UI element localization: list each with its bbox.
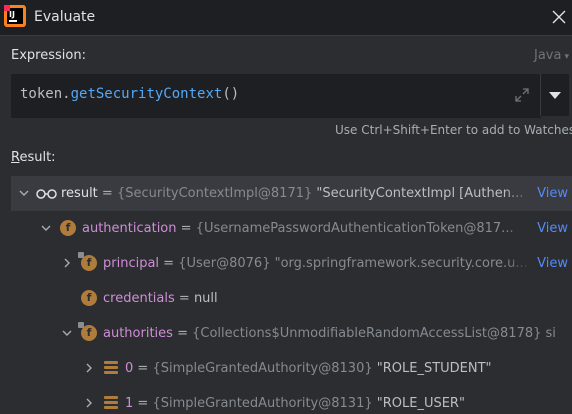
equals-sign: = [133,396,153,411]
row-fade [504,211,534,246]
chevron-right-icon[interactable] [82,386,96,414]
var-type: {User@8076} [178,256,271,271]
expression-code[interactable]: token.getSecurityContext() [20,86,239,102]
var-name: authorities [103,326,173,341]
var-value: null [193,291,218,306]
expression-label: Expression: [11,48,86,63]
view-link[interactable]: View [533,176,568,211]
result-tree[interactable]: result = {SecurityContextImpl@8171} "Sec… [0,176,572,414]
expand-icon[interactable] [514,87,530,103]
equals-sign: = [133,361,153,376]
field-icon: f [78,252,97,271]
view-link[interactable]: View [533,246,568,281]
result-label-text: esult: [19,150,56,165]
language-label: Java [534,48,562,63]
equals-sign: = [176,221,196,236]
equals-sign: = [97,186,117,201]
row-fade [504,176,534,211]
expression-dot: . [62,86,71,102]
close-icon[interactable] [550,8,568,26]
svg-text:IJ: IJ [9,10,15,19]
var-type: {UsernamePasswordAuthenticationToken@817… [195,221,514,236]
chevron-right-icon[interactable] [82,351,96,386]
var-value: "SecurityContextImpl [Authen... [312,186,524,201]
var-name: result [61,186,98,201]
var-value: "ROLE_USER" [372,396,465,411]
expression-parens: () [222,86,240,102]
tree-row-credentials[interactable]: f credentials = null [11,281,572,316]
tree-row-content: authentication = {UsernamePasswordAuthen… [82,211,514,246]
tree-row-principal[interactable]: f principal = {User@8076} "org.springfra… [11,246,572,281]
tree-row-content: principal = {User@8076} "org.springframe… [103,246,528,281]
tree-row-authority-1[interactable]: 1 = {SimpleGrantedAuthority@8131} "ROLE_… [11,386,572,414]
var-type: {SimpleGrantedAuthority@8130} [152,361,373,376]
chevron-down-icon[interactable] [60,316,74,351]
var-name: credentials [103,291,175,306]
tree-row-content: authorities = {Collections$UnmodifiableR… [103,316,556,351]
expression-receiver: token [20,86,63,102]
array-element-icon [104,361,118,375]
language-selector[interactable]: Java ▾ [534,48,569,63]
chevron-down-icon[interactable] [17,176,31,211]
var-type: {Collections$UnmodifiableRandomAccessLis… [192,326,542,341]
tree-row-authentication[interactable]: f authentication = {UsernamePasswordAuth… [11,211,572,246]
equals-sign: = [159,256,179,271]
history-dropdown-button[interactable] [540,74,569,116]
title-bar: IJ Evaluate [0,0,572,36]
chevron-down-icon: ▾ [564,52,569,62]
chevron-down-icon [549,92,561,99]
window-title: Evaluate [34,9,96,25]
tree-row-content: 0 = {SimpleGrantedAuthority@8130} "ROLE_… [125,351,492,386]
field-icon: f [60,220,76,236]
result-label: Result: [11,150,56,165]
var-value: "ROLE_STUDENT" [372,361,492,376]
tree-row-content: 1 = {SimpleGrantedAuthority@8131} "ROLE_… [125,386,465,414]
equals-sign: = [174,291,194,306]
array-element-icon [104,396,118,410]
tree-row-content: credentials = null [103,281,218,316]
var-name: principal [103,256,160,271]
var-value: si [541,326,556,341]
field-icon: f [78,322,97,341]
tree-row-result[interactable]: result = {SecurityContextImpl@8171} "Sec… [11,176,572,211]
var-name: authentication [82,221,177,236]
var-type: {SimpleGrantedAuthority@8131} [152,396,373,411]
watches-hint: Use Ctrl+Shift+Enter to add to Watches [335,123,572,137]
var-type: {SecurityContextImpl@8171} [116,186,313,201]
tree-row-authorities[interactable]: f authorities = {Collections$Unmodifiabl… [11,316,572,351]
equals-sign: = [172,326,193,341]
expression-method: getSecurityContext [70,86,223,102]
tree-row-authority-0[interactable]: 0 = {SimpleGrantedAuthority@8130} "ROLE_… [11,351,572,386]
expression-input[interactable]: token.getSecurityContext() [11,74,541,118]
view-link[interactable]: View [533,211,568,246]
chevron-right-icon[interactable] [60,246,74,281]
app-logo-icon: IJ [4,5,26,27]
watch-glasses-icon [36,189,57,199]
chevron-down-icon[interactable] [39,211,53,246]
var-value: "org.springframework.security.core.u... [270,256,528,271]
tree-row-content: result = {SecurityContextImpl@8171} "Sec… [61,176,523,211]
field-icon: f [81,290,97,306]
row-fade [504,246,534,281]
